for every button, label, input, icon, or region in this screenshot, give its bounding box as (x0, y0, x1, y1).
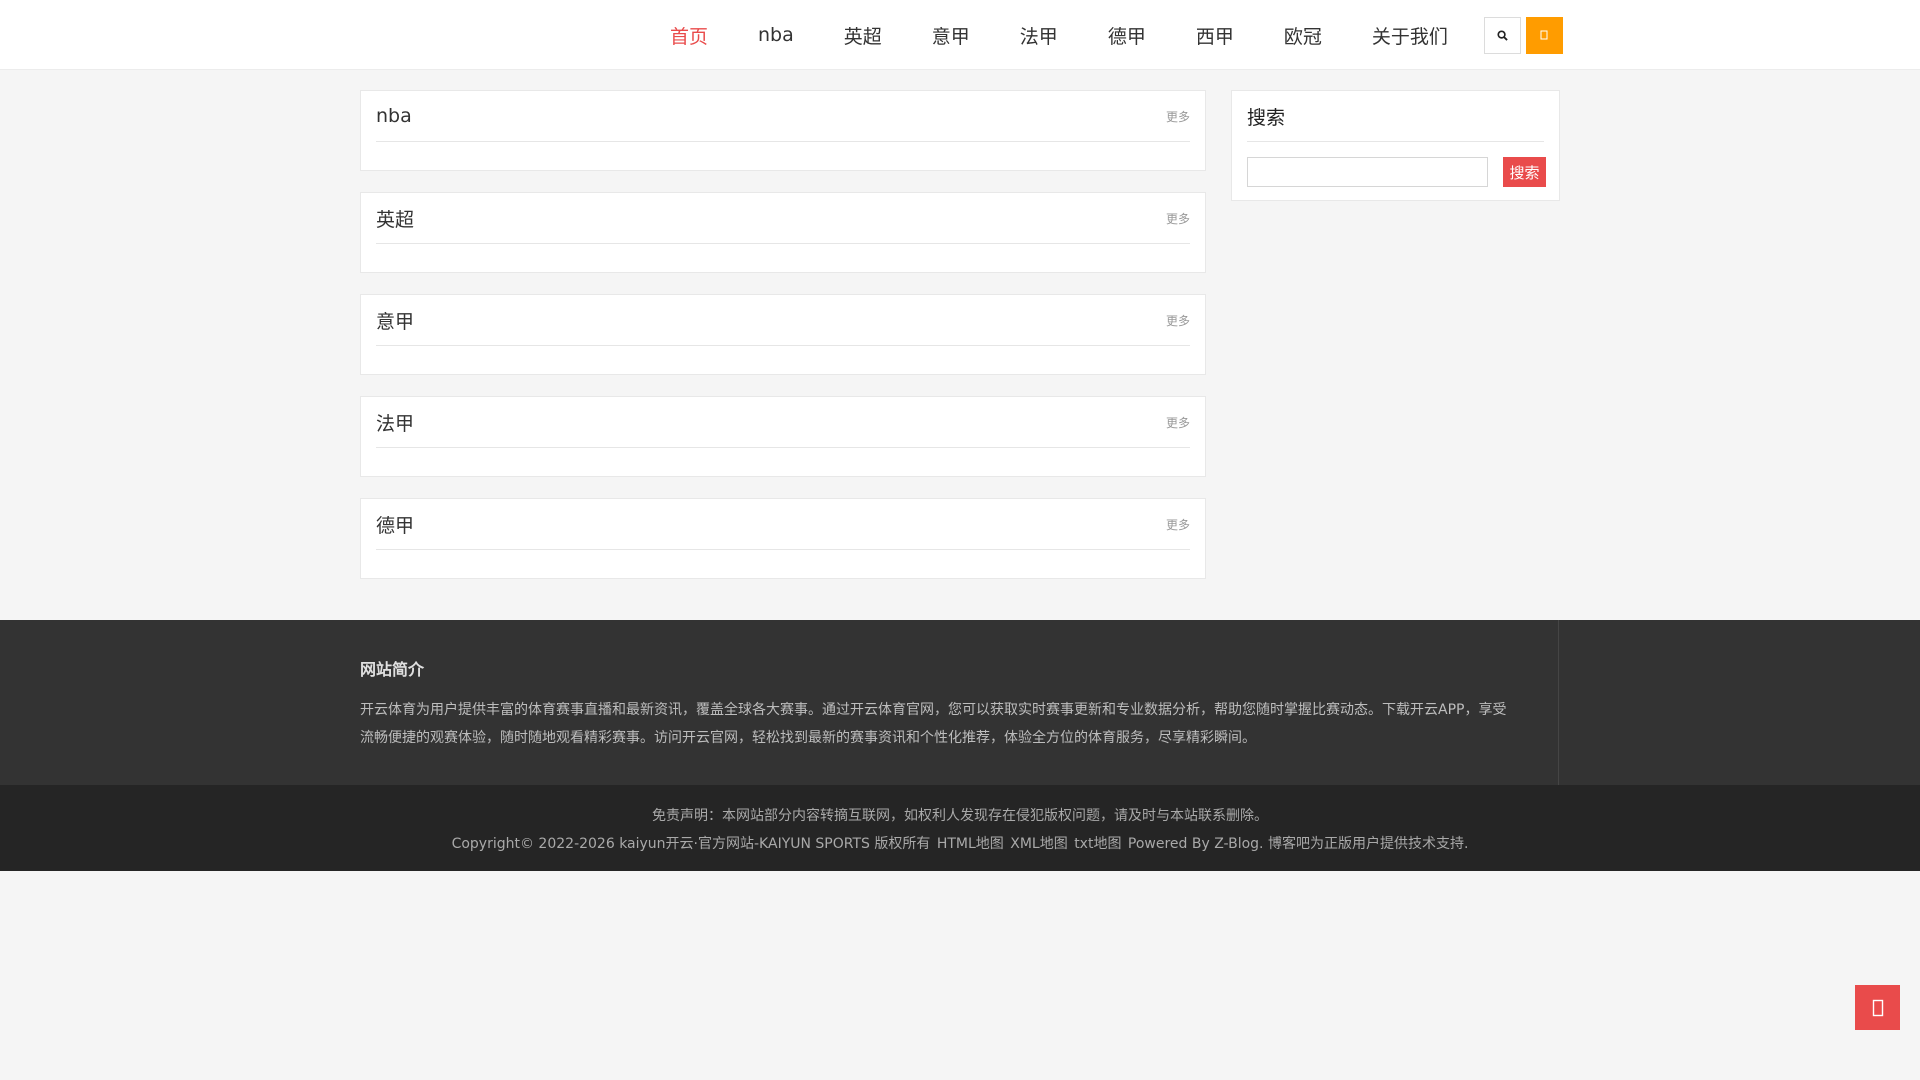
disclaimer-text: 免责声明：本网站部分内容转摘互联网，如权利人发现存在侵犯版权问题，请及时与本站联… (652, 808, 1268, 824)
more-link[interactable]: 更多 (1166, 312, 1190, 329)
nav-item-bundesliga[interactable]: 德甲 (1108, 22, 1146, 49)
powered-by-text[interactable]: Powered By Z-Blog. 博客吧为正版用户提供技术支持. (1128, 836, 1469, 852)
panel-title[interactable]: 意甲 (376, 307, 414, 334)
header-menu-button[interactable] (1525, 16, 1563, 54)
category-panel-nba: nba 更多 (360, 90, 1206, 171)
footer-divider (1558, 620, 1559, 785)
main-content: nba 更多 英超 更多 意甲 更多 法甲 更多 德甲 更多 (360, 90, 1206, 600)
menu-icon (1540, 30, 1548, 40)
search-input[interactable] (1247, 157, 1488, 187)
category-panel-bundesliga: 德甲 更多 (360, 498, 1206, 579)
category-panel-serie-a: 意甲 更多 (360, 294, 1206, 375)
nav-item-la-liga[interactable]: 西甲 (1196, 22, 1234, 49)
nav-item-champions-league[interactable]: 欧冠 (1284, 22, 1322, 49)
copyright-line: Copyright© 2022-2026 kaiyun开云·官方网站-KAIYU… (0, 833, 1920, 853)
nav-item-nba[interactable]: nba (758, 24, 794, 46)
panel-title[interactable]: 法甲 (376, 409, 414, 436)
main-nav: 首页 nba 英超 意甲 法甲 德甲 西甲 欧冠 关于我们 (670, 0, 1563, 70)
back-to-top-button[interactable] (1855, 985, 1900, 1030)
search-submit-button[interactable]: 搜索 (1503, 157, 1546, 187)
nav-item-premier-league[interactable]: 英超 (844, 22, 882, 49)
intro-title: 网站简介 (360, 660, 425, 679)
footer-intro: 网站简介 开云体育为用户提供丰富的体育赛事直播和最新资讯，覆盖全球各大赛事。通过… (0, 620, 1920, 785)
panel-title[interactable]: nba (376, 105, 412, 127)
panel-header: 英超 更多 (376, 193, 1190, 244)
panel-header: nba 更多 (376, 91, 1190, 142)
more-link[interactable]: 更多 (1166, 516, 1190, 533)
nav-item-ligue-1[interactable]: 法甲 (1020, 22, 1058, 49)
footer-bottom: 免责声明：本网站部分内容转摘互联网，如权利人发现存在侵犯版权问题，请及时与本站联… (0, 785, 1920, 871)
more-link[interactable]: 更多 (1166, 414, 1190, 431)
sidebar-search-widget: 搜索 搜索 (1231, 90, 1560, 201)
html-map-link[interactable]: HTML地图 (937, 836, 1004, 852)
sidebar-title: 搜索 (1247, 106, 1286, 129)
panel-title[interactable]: 德甲 (376, 511, 414, 538)
site-header: 首页 nba 英超 意甲 法甲 德甲 西甲 欧冠 关于我们 (0, 0, 1920, 70)
category-panel-premier-league: 英超 更多 (360, 192, 1206, 273)
nav-item-serie-a[interactable]: 意甲 (932, 22, 970, 49)
panel-header: 法甲 更多 (376, 397, 1190, 448)
xml-map-link[interactable]: XML地图 (1010, 836, 1067, 852)
panel-header: 德甲 更多 (376, 499, 1190, 550)
category-panel-ligue-1: 法甲 更多 (360, 396, 1206, 477)
more-link[interactable]: 更多 (1166, 210, 1190, 227)
txt-map-link[interactable]: txt地图 (1074, 836, 1121, 852)
more-link[interactable]: 更多 (1166, 108, 1190, 125)
search-icon (1497, 29, 1508, 41)
nav-item-about-us[interactable]: 关于我们 (1372, 22, 1448, 49)
copyright-text: Copyright© 2022-2026 kaiyun开云·官方网站-KAIYU… (451, 836, 931, 852)
panel-header: 意甲 更多 (376, 295, 1190, 346)
header-search-button[interactable] (1483, 16, 1521, 54)
arrow-up-icon (1872, 999, 1883, 1016)
nav-item-home[interactable]: 首页 (670, 22, 708, 49)
intro-text: 开云体育为用户提供丰富的体育赛事直播和最新资讯，覆盖全球各大赛事。通过开云体育官… (360, 702, 1507, 746)
sidebar-header: 搜索 (1247, 91, 1544, 142)
panel-title[interactable]: 英超 (376, 205, 414, 232)
